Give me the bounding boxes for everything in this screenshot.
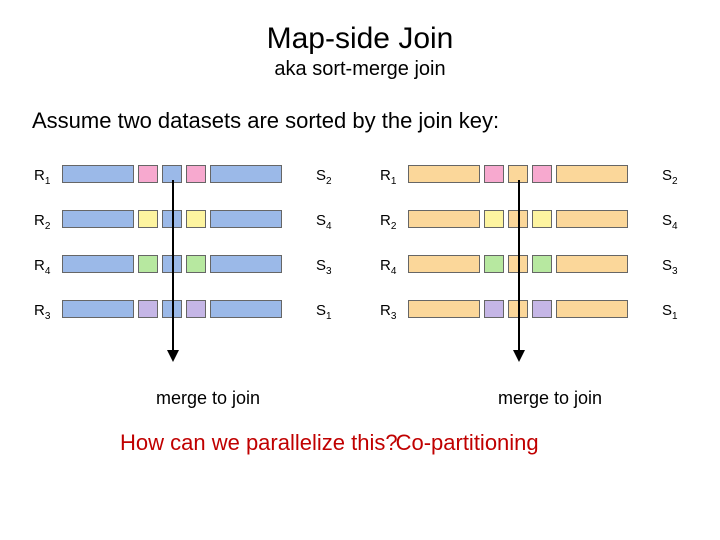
data-cell (210, 165, 282, 183)
data-cell (186, 210, 206, 228)
r-label: R4 (380, 257, 396, 277)
data-cell (408, 300, 480, 318)
s-label: S1 (316, 302, 332, 322)
data-cell (138, 210, 158, 228)
data-cell (138, 300, 158, 318)
r-label: R2 (380, 212, 396, 232)
data-cell (62, 255, 134, 273)
data-cell (210, 300, 282, 318)
s-label: S4 (662, 212, 678, 232)
data-cell (532, 300, 552, 318)
data-cell (62, 300, 134, 318)
data-cell (62, 165, 134, 183)
data-cell (484, 300, 504, 318)
data-cell (210, 255, 282, 273)
data-cell (532, 210, 552, 228)
data-cell (186, 165, 206, 183)
data-cell (62, 210, 134, 228)
s-label: S2 (662, 167, 678, 187)
data-cell (186, 255, 206, 273)
data-cell (484, 255, 504, 273)
slide-subtitle: aka sort-merge join (0, 58, 720, 81)
question-text: How can we parallelize this?Co-partition… (120, 430, 539, 456)
data-cell (186, 300, 206, 318)
merge-label-left: merge to join (108, 388, 308, 409)
slide-title: Map-side Join (0, 22, 720, 56)
s-label: S3 (316, 257, 332, 277)
data-cell (532, 165, 552, 183)
data-cell (210, 210, 282, 228)
r-label: R2 (34, 212, 50, 232)
r-label: R4 (34, 257, 50, 277)
data-cell (408, 165, 480, 183)
s-label: S2 (316, 167, 332, 187)
assume-text: Assume two datasets are sorted by the jo… (32, 108, 552, 134)
data-cell (556, 165, 628, 183)
arrow-down-icon (172, 180, 174, 360)
data-cell (532, 255, 552, 273)
r-label: R1 (34, 167, 50, 187)
data-cell (556, 300, 628, 318)
s-label: S4 (316, 212, 332, 232)
s-label: S1 (662, 302, 678, 322)
r-label: R3 (380, 302, 396, 322)
data-cell (138, 255, 158, 273)
data-cell (484, 210, 504, 228)
s-label: S3 (662, 257, 678, 277)
data-cell (484, 165, 504, 183)
data-cell (408, 255, 480, 273)
r-label: R1 (380, 167, 396, 187)
data-cell (408, 210, 480, 228)
slide: Map-side Join aka sort-merge join Assume… (0, 0, 720, 540)
data-cell (138, 165, 158, 183)
merge-label-right: merge to join (450, 388, 650, 409)
data-cell (556, 255, 628, 273)
data-cell (556, 210, 628, 228)
arrow-down-icon (518, 180, 520, 360)
r-label: R3 (34, 302, 50, 322)
